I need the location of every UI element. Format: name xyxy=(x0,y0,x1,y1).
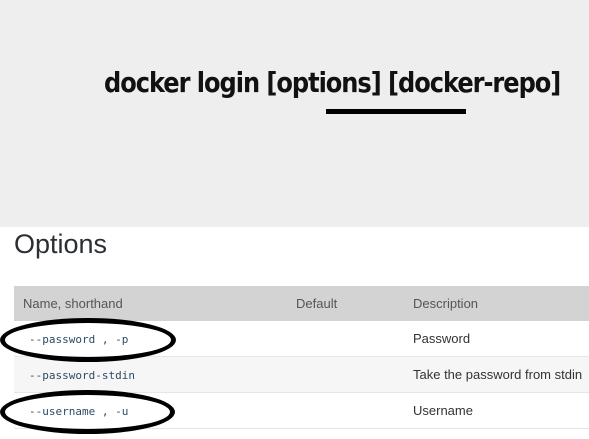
option-name-cell: --password-stdin xyxy=(14,367,296,382)
docker-repo-underline xyxy=(326,109,466,114)
page: docker login [options] [docker-repo] Opt… xyxy=(0,0,589,439)
command-line: docker login [options] [docker-repo] xyxy=(104,66,589,99)
options-heading: Options xyxy=(14,229,108,259)
command-banner: docker login [options] [docker-repo] xyxy=(0,0,589,227)
column-header-description: Description xyxy=(413,296,479,311)
command-text: docker login [options] [docker-repo] xyxy=(104,66,561,99)
username-highlight-circle xyxy=(0,390,175,434)
column-header-name: Name, shorthand xyxy=(23,296,123,311)
option-description: Username xyxy=(413,403,473,418)
table-row: --password-stdin Take the password from … xyxy=(14,357,589,393)
table-header: Name, shorthand Default Description xyxy=(14,286,589,321)
column-header-default: Default xyxy=(296,296,338,311)
password-highlight-circle xyxy=(0,318,176,362)
option-description: Take the password from stdin xyxy=(413,367,583,382)
option-name: --password-stdin xyxy=(29,369,135,382)
option-description: Password xyxy=(413,331,471,346)
